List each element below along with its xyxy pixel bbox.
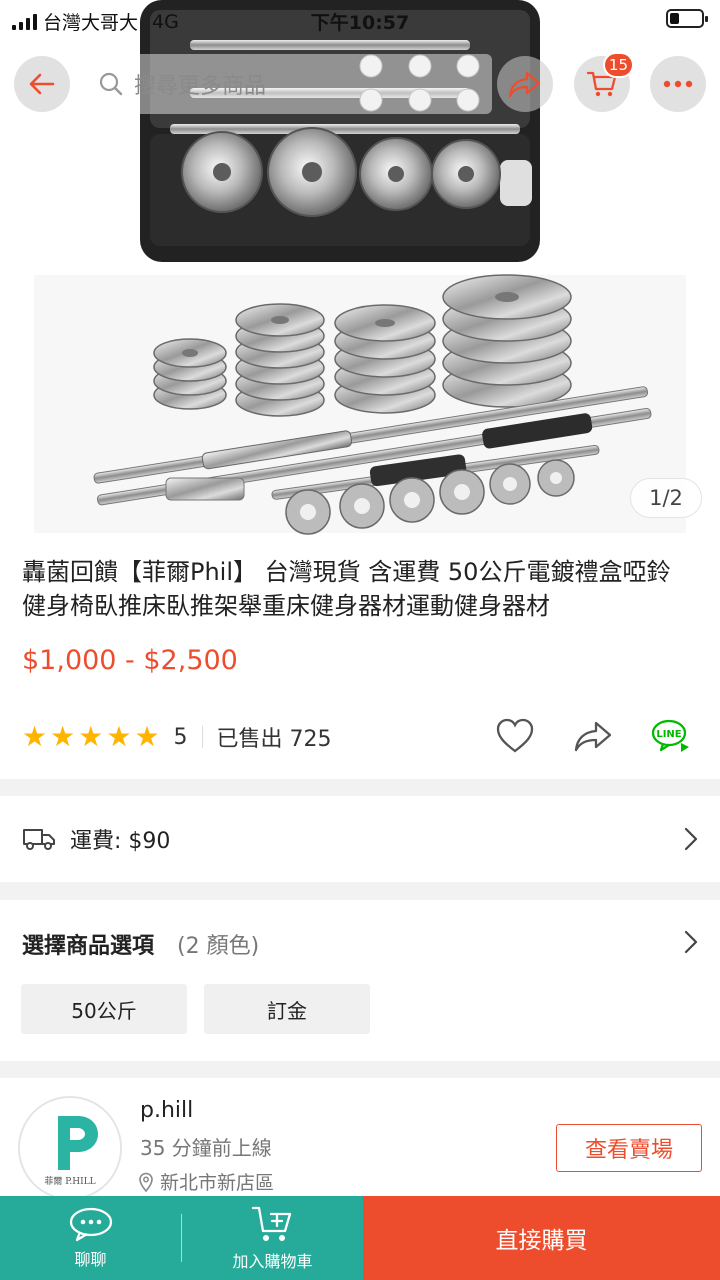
svg-text:LINE: LINE bbox=[656, 729, 681, 740]
divider bbox=[201, 726, 203, 748]
add-to-cart-label: 加入購物車 bbox=[232, 1252, 313, 1271]
star-icon: ★ bbox=[22, 720, 48, 753]
bottom-action-bar: 聊聊 加入購物車 直接購買 bbox=[0, 1196, 720, 1280]
line-share-button[interactable]: LINE bbox=[650, 715, 692, 757]
section-gap bbox=[0, 1061, 720, 1078]
like-button[interactable] bbox=[494, 715, 536, 757]
variation-option[interactable]: 50公斤 bbox=[21, 984, 187, 1034]
add-to-cart-button[interactable]: 加入購物車 bbox=[182, 1196, 363, 1280]
star-icon: ★ bbox=[106, 720, 132, 753]
share-product-button[interactable] bbox=[572, 715, 614, 757]
variation-option[interactable]: 訂金 bbox=[204, 984, 370, 1034]
image-counter: 1/2 bbox=[630, 478, 702, 518]
more-button[interactable] bbox=[650, 56, 706, 112]
cart-button[interactable]: 15 bbox=[574, 52, 634, 112]
sold-count: 已售出 725 bbox=[216, 727, 332, 752]
product-actions: LINE bbox=[494, 715, 692, 757]
chat-icon bbox=[69, 1207, 112, 1242]
shipping-row[interactable]: 運費: $90 bbox=[0, 796, 720, 882]
battery-icon bbox=[666, 9, 708, 28]
star-icon: ★ bbox=[50, 720, 76, 753]
arrow-left-icon bbox=[29, 73, 55, 95]
location-pin-icon bbox=[139, 1172, 153, 1192]
section-gap bbox=[0, 779, 720, 796]
section-gap bbox=[0, 882, 720, 900]
search-placeholder: 搜尋更多商品 bbox=[134, 74, 267, 99]
truck-icon bbox=[23, 829, 55, 850]
shop-name[interactable]: p.hill bbox=[140, 1098, 193, 1123]
variation-count: (2 顏色) bbox=[177, 934, 260, 959]
product-title: 轟菌回饋【菲爾Phil】 台灣現貨 含運費 50公斤電鍍禮盒啞鈴 健身椅臥推床臥… bbox=[22, 558, 671, 620]
shop-location: 新北市新店區 bbox=[160, 1172, 275, 1194]
shipping-fee: 運費: $90 bbox=[70, 829, 171, 854]
shop-avatar[interactable]: 菲爾 P.HILL bbox=[18, 1096, 122, 1200]
line-icon: LINE bbox=[651, 719, 689, 752]
shop-location-row: 新北市新店區 bbox=[138, 1168, 274, 1195]
chat-label: 聊聊 bbox=[74, 1250, 107, 1269]
status-bar: 台灣大哥大 4G 下午10:57 bbox=[0, 0, 720, 38]
rating-row[interactable]: ★ ★ ★ ★ ★ 5 已售出 725 bbox=[22, 720, 332, 754]
rating-value: 5 bbox=[173, 724, 188, 750]
variation-section[interactable]: 選擇商品選項 (2 顏色) 50公斤 訂金 bbox=[0, 900, 720, 1061]
share-button[interactable] bbox=[497, 56, 553, 112]
status-time: 下午10:57 bbox=[310, 12, 410, 34]
star-icon: ★ bbox=[134, 720, 160, 753]
cart-badge: 15 bbox=[602, 52, 634, 78]
rating-stars: ★ ★ ★ ★ ★ bbox=[22, 723, 160, 751]
search-icon bbox=[99, 72, 123, 96]
view-shop-button[interactable]: 查看賣場 bbox=[556, 1124, 702, 1172]
shop-section: 菲爾 P.HILL p.hill 35 分鐘前上線 新北市新店區 查看賣場 bbox=[0, 1078, 720, 1200]
product-price: $1,000 - $2,500 bbox=[22, 645, 238, 676]
variation-title: 選擇商品選項 bbox=[22, 934, 155, 959]
chat-button[interactable]: 聊聊 bbox=[0, 1196, 181, 1280]
share-arrow-icon bbox=[574, 721, 612, 752]
search-input[interactable]: 搜尋更多商品 bbox=[84, 54, 492, 114]
star-icon: ★ bbox=[78, 720, 104, 753]
chevron-right-icon bbox=[684, 827, 698, 851]
buy-now-button[interactable]: 直接購買 bbox=[363, 1196, 720, 1280]
shop-logo-text: 菲爾 P.HILL bbox=[44, 1175, 95, 1187]
heart-icon bbox=[496, 718, 534, 753]
add-to-cart-icon bbox=[251, 1206, 291, 1241]
product-info: 轟菌回饋【菲爾Phil】 台灣現貨 含運費 50公斤電鍍禮盒啞鈴 健身椅臥推床臥… bbox=[0, 535, 720, 779]
more-icon bbox=[663, 80, 693, 88]
shop-last-online: 35 分鐘前上線 bbox=[140, 1136, 272, 1160]
share-icon bbox=[508, 71, 541, 98]
back-button[interactable] bbox=[14, 56, 70, 112]
chevron-right-icon bbox=[684, 930, 698, 954]
divider bbox=[181, 1196, 182, 1280]
shop-logo: 菲爾 P.HILL bbox=[20, 1098, 120, 1198]
